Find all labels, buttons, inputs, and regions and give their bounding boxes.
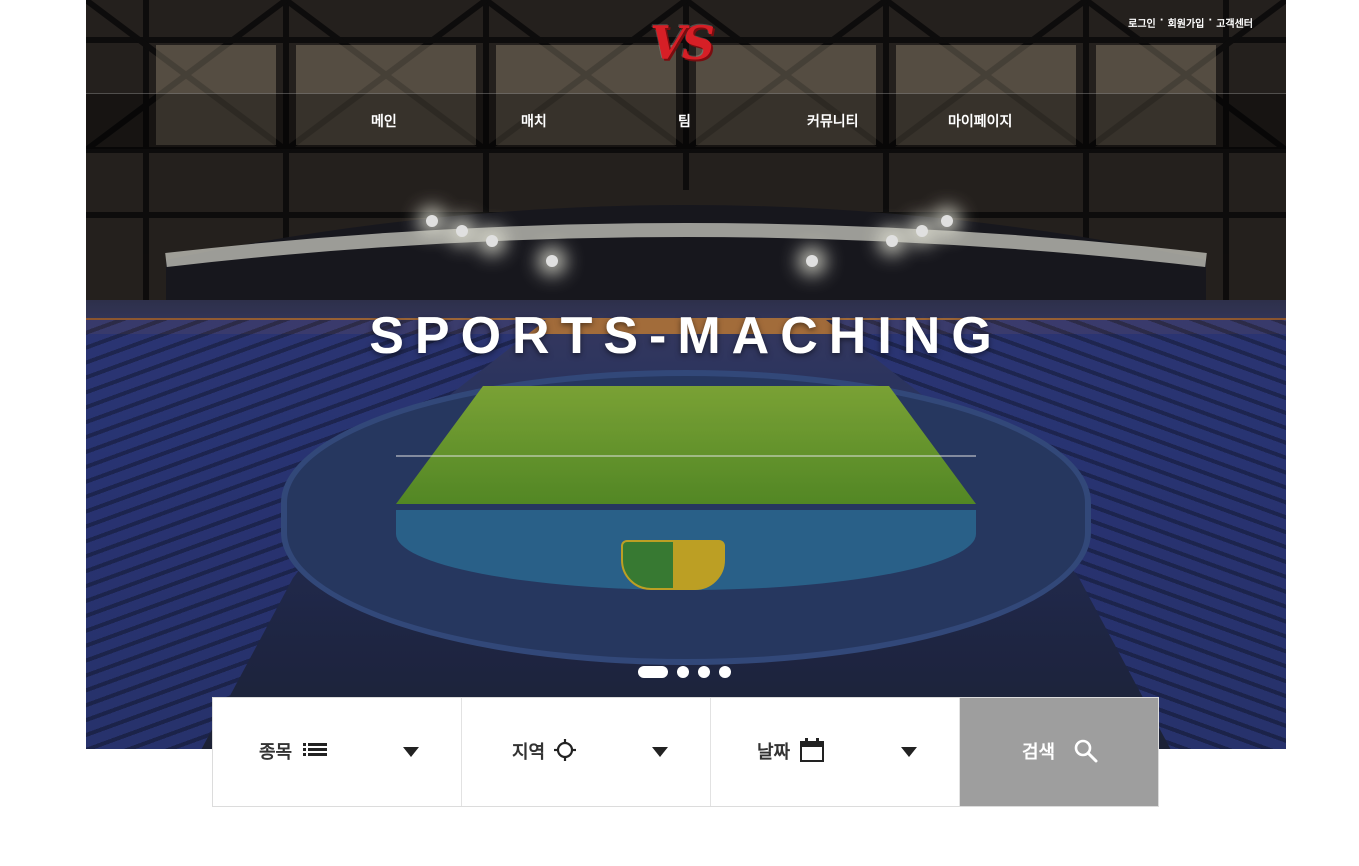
region-select[interactable]: 지역 bbox=[462, 698, 711, 806]
nav-item-match[interactable]: 매치 bbox=[521, 94, 547, 150]
date-label: 날짜 bbox=[757, 742, 791, 763]
match-search-bar: 종목 지역 날짜 검색 bbox=[212, 697, 1159, 807]
slide-dot-2[interactable] bbox=[677, 666, 689, 678]
login-link[interactable]: 로그인 bbox=[1128, 15, 1156, 30]
support-link[interactable]: 고객센터 bbox=[1216, 15, 1253, 30]
chevron-down-icon bbox=[652, 747, 668, 757]
hero-title: SPORTS-MACHING bbox=[369, 307, 1003, 365]
logo[interactable]: VS bbox=[650, 16, 722, 72]
nav-item-main[interactable]: 메인 bbox=[371, 94, 397, 150]
utility-links: 로그인 · 회원가입 · 고객센터 bbox=[1128, 15, 1253, 30]
nav-item-team[interactable]: 팀 bbox=[678, 94, 691, 150]
slider-pagination bbox=[638, 665, 731, 679]
logo-text: VS bbox=[650, 16, 715, 70]
calendar-icon bbox=[800, 738, 824, 762]
signup-link[interactable]: 회원가입 bbox=[1168, 15, 1205, 30]
slide-dot-1[interactable] bbox=[638, 666, 668, 678]
util-separator: · bbox=[1208, 15, 1213, 26]
sport-label: 종목 bbox=[259, 742, 293, 763]
crosshair-icon bbox=[554, 739, 576, 761]
chevron-down-icon bbox=[403, 747, 419, 757]
search-icon bbox=[1074, 739, 1098, 763]
slide-dot-3[interactable] bbox=[698, 666, 710, 678]
main-nav: 메인 매치 팀 커뮤니티 마이페이지 bbox=[86, 93, 1286, 149]
util-separator: · bbox=[1159, 15, 1164, 26]
search-button[interactable]: 검색 bbox=[960, 698, 1158, 806]
nav-item-mypage[interactable]: 마이페이지 bbox=[948, 94, 1012, 150]
list-icon bbox=[303, 743, 327, 756]
sport-select[interactable]: 종목 bbox=[213, 698, 462, 806]
chevron-down-icon bbox=[901, 747, 917, 757]
slide-dot-4[interactable] bbox=[719, 666, 731, 678]
date-select[interactable]: 날짜 bbox=[711, 698, 960, 806]
page: VS 로그인 · 회원가입 · 고객센터 메인 매치 팀 커뮤니티 마이페이지 … bbox=[0, 0, 1359, 866]
search-button-label: 검색 bbox=[1022, 742, 1056, 763]
region-label: 지역 bbox=[512, 742, 546, 763]
nav-item-community[interactable]: 커뮤니티 bbox=[807, 94, 859, 150]
